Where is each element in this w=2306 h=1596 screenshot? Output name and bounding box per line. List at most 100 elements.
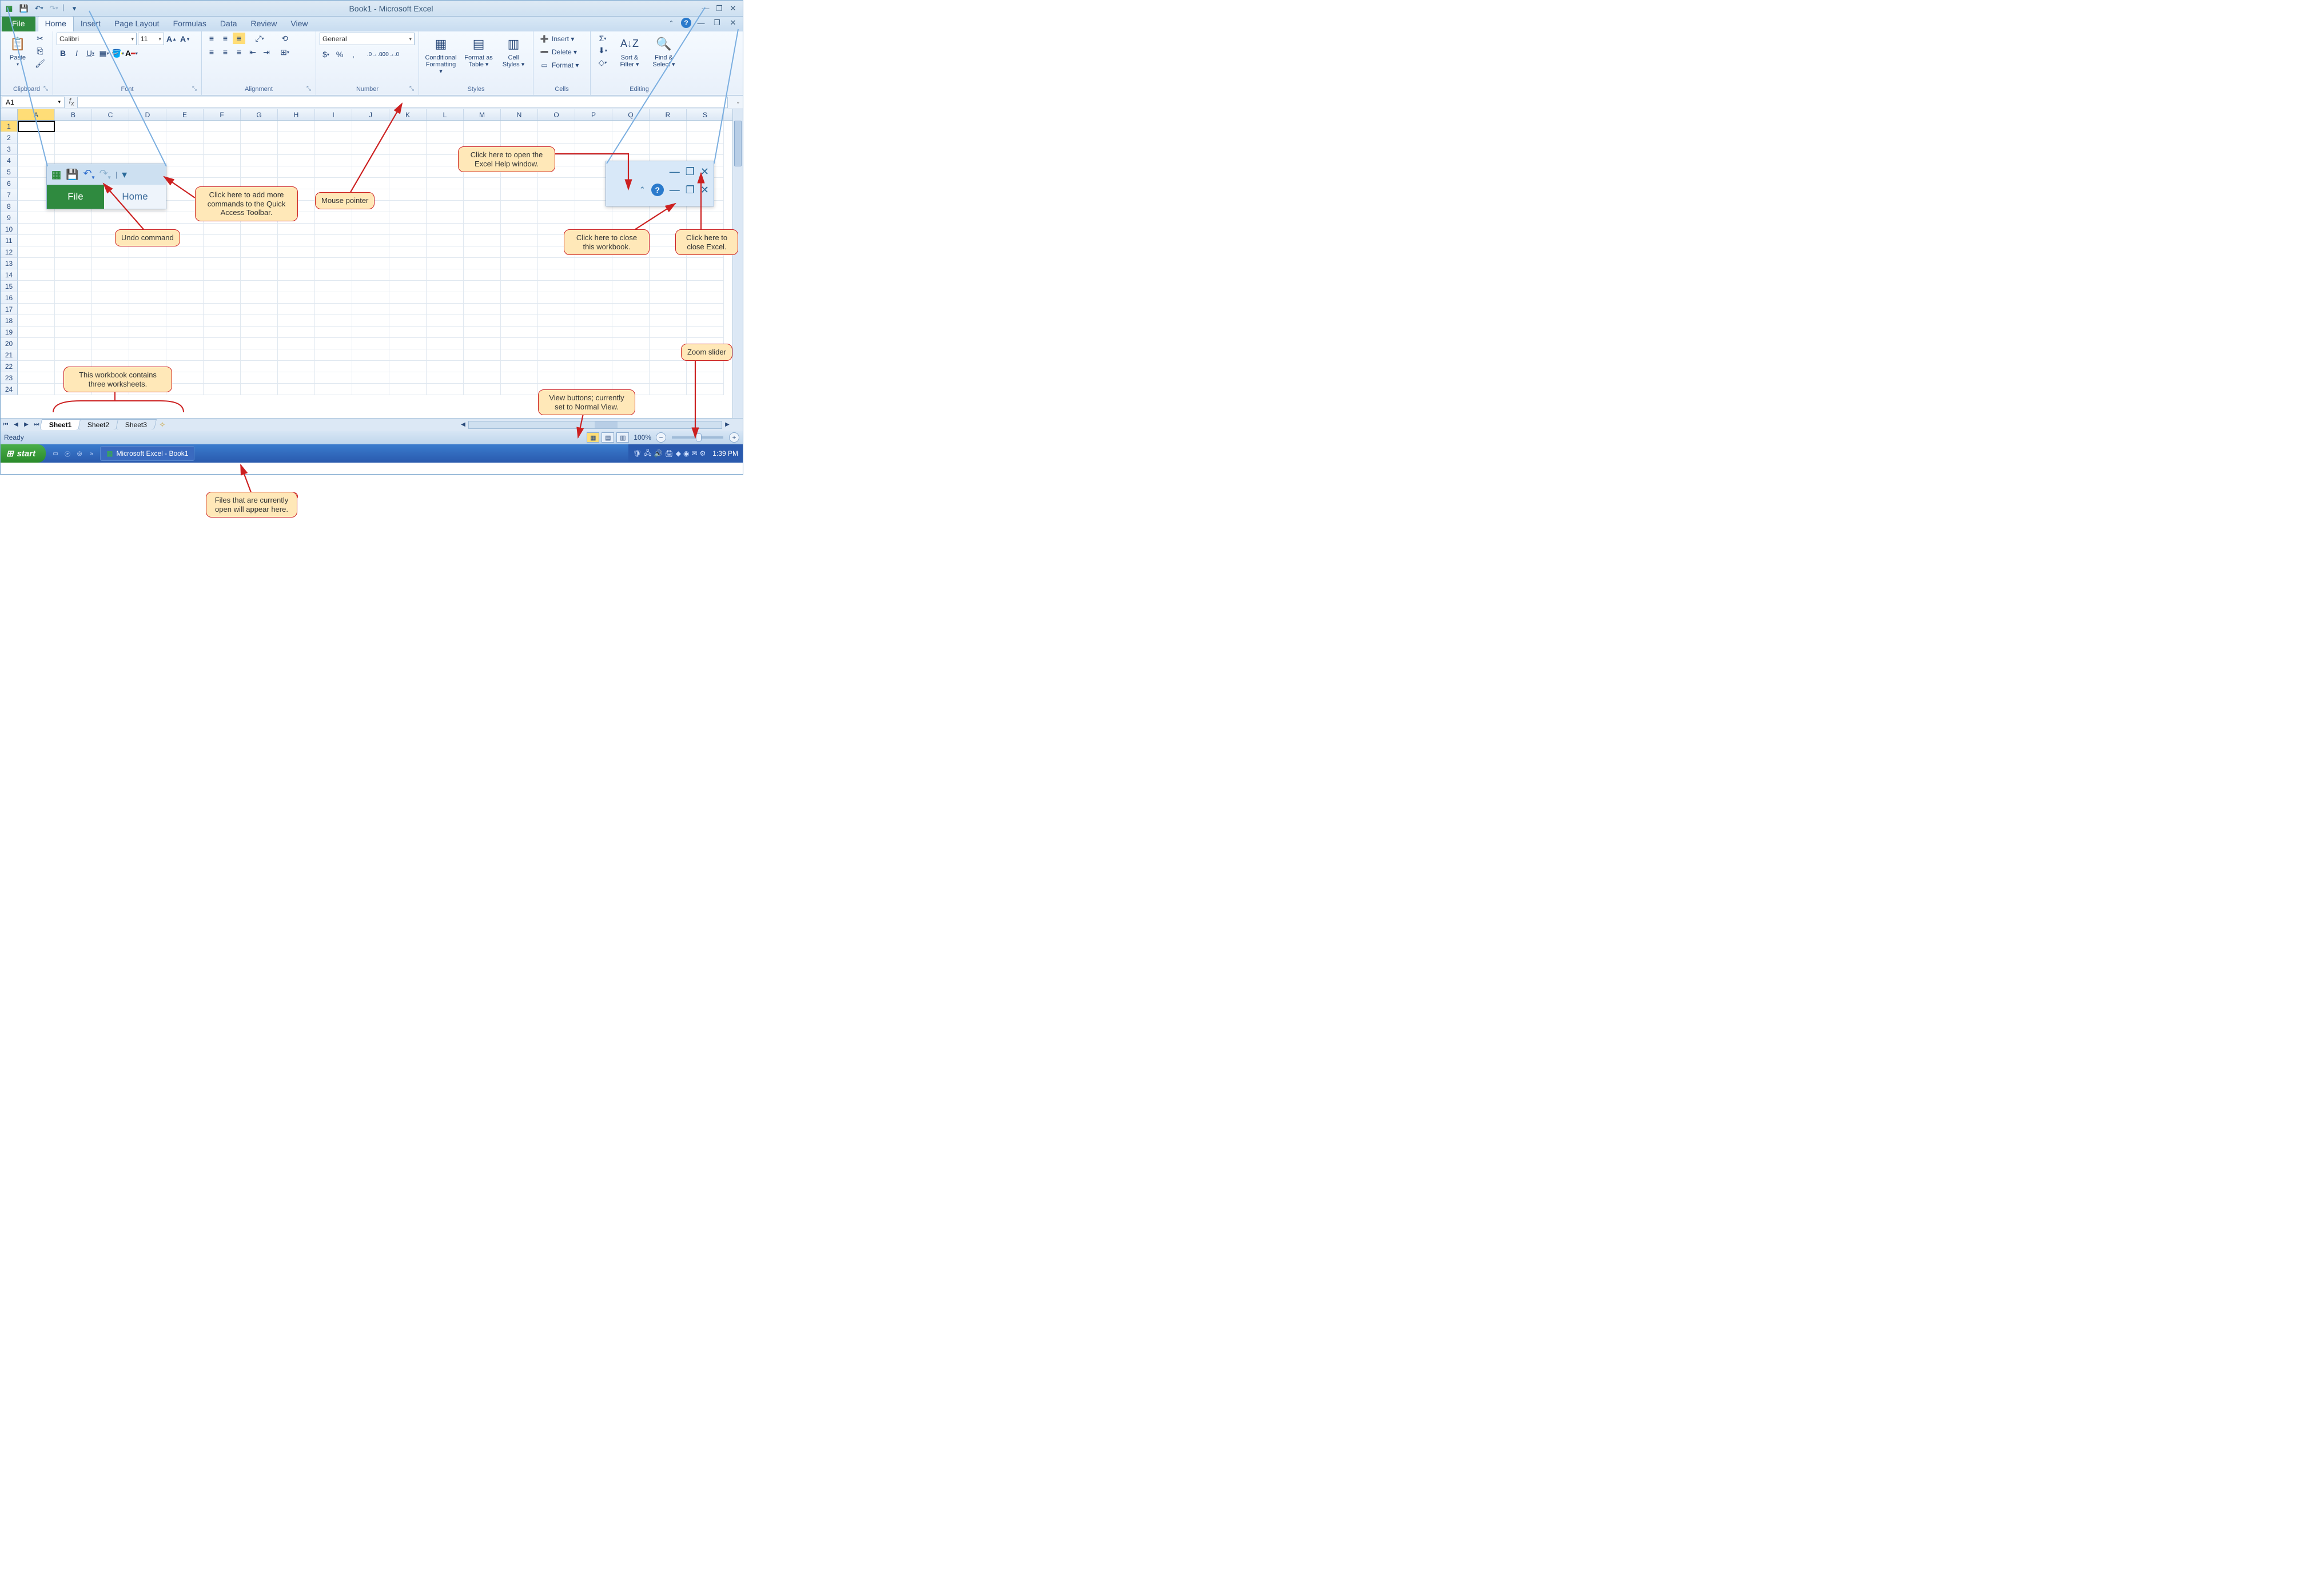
- cell-H18[interactable]: [278, 315, 315, 327]
- cell-G2[interactable]: [241, 132, 278, 144]
- cell-A15[interactable]: [18, 281, 55, 292]
- cell-F13[interactable]: [204, 258, 241, 269]
- cell-Q18[interactable]: [612, 315, 650, 327]
- expand-formula-button[interactable]: ⌄: [736, 99, 743, 105]
- cell-H20[interactable]: [278, 338, 315, 349]
- cell-I18[interactable]: [315, 315, 352, 327]
- cell-F24[interactable]: [204, 384, 241, 395]
- zoom-out-button[interactable]: −: [656, 432, 666, 443]
- cell-H10[interactable]: [278, 224, 315, 235]
- cell-B13[interactable]: [55, 258, 92, 269]
- cell-P9[interactable]: [575, 212, 612, 224]
- row-header-24[interactable]: 24: [1, 384, 18, 395]
- cell-D17[interactable]: [129, 304, 166, 315]
- customize-qat-button[interactable]: ▾: [68, 3, 81, 14]
- align-middle-button[interactable]: ≡: [219, 33, 232, 44]
- cell-F19[interactable]: [204, 327, 241, 338]
- insert-cells-button[interactable]: ➕Insert ▾: [537, 33, 576, 45]
- paste-button[interactable]: 📋 Paste ▾: [4, 33, 31, 70]
- cell-O1[interactable]: [538, 121, 575, 132]
- cell-H17[interactable]: [278, 304, 315, 315]
- col-header-B[interactable]: B: [55, 109, 92, 120]
- cell-L17[interactable]: [427, 304, 464, 315]
- tray-misc2-icon[interactable]: ◉: [683, 449, 689, 457]
- cell-R19[interactable]: [650, 327, 687, 338]
- orientation-button[interactable]: ⤢▾: [253, 33, 266, 44]
- cell-D1[interactable]: [129, 121, 166, 132]
- cell-N7[interactable]: [501, 189, 538, 201]
- cell-D12[interactable]: [129, 246, 166, 258]
- alignment-launcher[interactable]: ⤡: [306, 86, 314, 94]
- cell-I11[interactable]: [315, 235, 352, 246]
- cell-C16[interactable]: [92, 292, 129, 304]
- cell-I10[interactable]: [315, 224, 352, 235]
- cell-L18[interactable]: [427, 315, 464, 327]
- cell-Q15[interactable]: [612, 281, 650, 292]
- cell-Q23[interactable]: [612, 372, 650, 384]
- col-header-K[interactable]: K: [389, 109, 427, 120]
- cell-K2[interactable]: [389, 132, 427, 144]
- cell-J13[interactable]: [352, 258, 389, 269]
- align-left-button[interactable]: ≡: [205, 46, 218, 58]
- col-header-N[interactable]: N: [501, 109, 538, 120]
- cell-Q20[interactable]: [612, 338, 650, 349]
- cell-P15[interactable]: [575, 281, 612, 292]
- fx-icon[interactable]: fx: [66, 97, 77, 108]
- cell-G13[interactable]: [241, 258, 278, 269]
- cell-H14[interactable]: [278, 269, 315, 281]
- cell-M2[interactable]: [464, 132, 501, 144]
- cell-A16[interactable]: [18, 292, 55, 304]
- cell-N8[interactable]: [501, 201, 538, 212]
- cell-S22[interactable]: [687, 361, 724, 372]
- cell-N17[interactable]: [501, 304, 538, 315]
- decrease-indent-button[interactable]: ⇤: [246, 46, 259, 58]
- taskbar-clock[interactable]: 1:39 PM: [708, 449, 738, 457]
- cell-A21[interactable]: [18, 349, 55, 361]
- clear-button[interactable]: ◇▾: [594, 57, 611, 68]
- cell-R22[interactable]: [650, 361, 687, 372]
- cell-O19[interactable]: [538, 327, 575, 338]
- cell-H13[interactable]: [278, 258, 315, 269]
- cell-O6[interactable]: [538, 178, 575, 189]
- cell-F12[interactable]: [204, 246, 241, 258]
- cell-S16[interactable]: [687, 292, 724, 304]
- col-header-S[interactable]: S: [687, 109, 724, 120]
- cell-K24[interactable]: [389, 384, 427, 395]
- cell-J10[interactable]: [352, 224, 389, 235]
- cell-K10[interactable]: [389, 224, 427, 235]
- cell-I1[interactable]: [315, 121, 352, 132]
- cell-E2[interactable]: [166, 132, 204, 144]
- cell-S13[interactable]: [687, 258, 724, 269]
- row-header-19[interactable]: 19: [1, 327, 18, 338]
- cell-J2[interactable]: [352, 132, 389, 144]
- cell-C1[interactable]: [92, 121, 129, 132]
- cell-J20[interactable]: [352, 338, 389, 349]
- col-header-D[interactable]: D: [129, 109, 166, 120]
- cell-K17[interactable]: [389, 304, 427, 315]
- cell-L12[interactable]: [427, 246, 464, 258]
- cell-M21[interactable]: [464, 349, 501, 361]
- align-right-button[interactable]: ≡: [233, 46, 245, 58]
- cell-M18[interactable]: [464, 315, 501, 327]
- cell-G12[interactable]: [241, 246, 278, 258]
- cell-A24[interactable]: [18, 384, 55, 395]
- cell-I22[interactable]: [315, 361, 352, 372]
- align-bottom-button[interactable]: ≡: [233, 33, 245, 44]
- excel-icon[interactable]: ▦: [3, 3, 15, 14]
- cell-J1[interactable]: [352, 121, 389, 132]
- cell-A2[interactable]: [18, 132, 55, 144]
- cell-B19[interactable]: [55, 327, 92, 338]
- cell-C17[interactable]: [92, 304, 129, 315]
- font-launcher[interactable]: ⤡: [192, 86, 200, 94]
- cell-E19[interactable]: [166, 327, 204, 338]
- quicklaunch-desktop[interactable]: ▭: [50, 448, 61, 459]
- pagelayout-tab[interactable]: Page Layout: [107, 17, 166, 31]
- underline-button[interactable]: U▾: [84, 47, 97, 59]
- cell-L19[interactable]: [427, 327, 464, 338]
- col-header-Q[interactable]: Q: [612, 109, 650, 120]
- redo-button[interactable]: ↷▾: [47, 3, 60, 14]
- cell-K13[interactable]: [389, 258, 427, 269]
- cell-R1[interactable]: [650, 121, 687, 132]
- cell-I20[interactable]: [315, 338, 352, 349]
- row-header-18[interactable]: 18: [1, 315, 18, 327]
